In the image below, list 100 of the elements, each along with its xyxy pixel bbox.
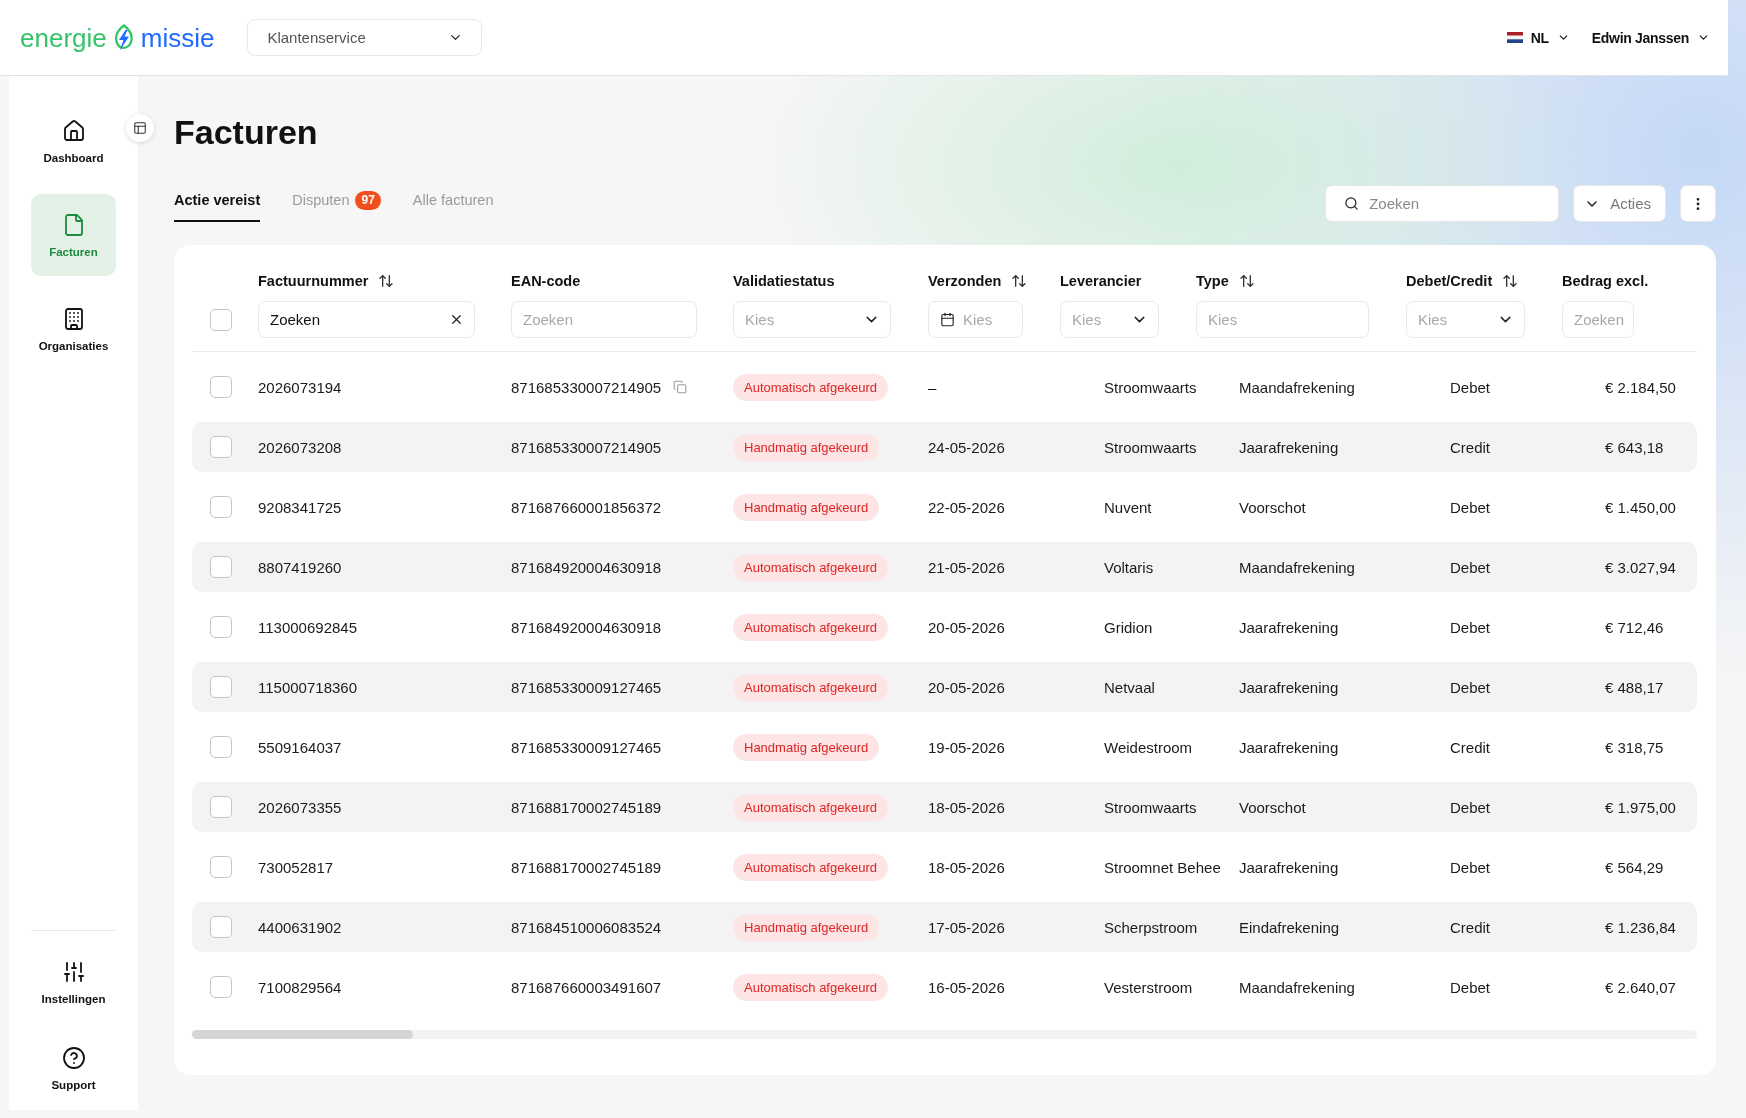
ean-code: 871684920004630918 (511, 558, 662, 576)
sent-date: 22-05-2026 (928, 498, 1006, 516)
panel-layout-icon (133, 121, 147, 135)
sent-date: 24-05-2026 (928, 438, 1006, 456)
user-menu[interactable]: Edwin Janssen (1591, 29, 1710, 46)
column-header: Validatiestatus (733, 273, 835, 289)
status-badge: Handmatig afgekeurd (733, 733, 880, 761)
ean-code: 871688170002745189 (511, 858, 662, 876)
scrollbar-track[interactable] (192, 1030, 1697, 1039)
supplier-name: Netvaal (1104, 678, 1156, 696)
checkbox[interactable] (210, 856, 232, 878)
sort-icon[interactable] (1238, 273, 1255, 289)
invoice-type: Voorschot (1239, 798, 1307, 816)
column-header[interactable]: Factuurnummer (258, 273, 369, 289)
invoice-type: Eindafrekening (1239, 918, 1341, 936)
sent-date: 17-05-2026 (928, 918, 1006, 936)
nav-item[interactable]: Dashboard (31, 100, 116, 182)
sort-icon[interactable] (1011, 273, 1028, 289)
sent-date: 20-05-2026 (928, 618, 1006, 636)
invoice-type: Jaarafrekening (1239, 678, 1340, 696)
invoice-type: Voorschot (1239, 498, 1307, 516)
amount: € 643,18 (1605, 438, 1665, 456)
logo-text: missie (140, 24, 215, 51)
debit-credit: Credit (1450, 438, 1491, 456)
sort-icon[interactable] (378, 273, 395, 289)
invoice-number: 2026073355 (258, 798, 343, 816)
debit-credit: Debet (1450, 798, 1492, 816)
invoice-number: 2026073208 (258, 438, 343, 456)
nav-item[interactable]: Organisaties (31, 288, 116, 370)
sent-date: 16-05-2026 (928, 978, 1006, 996)
ean-code: 871684920004630918 (511, 618, 662, 636)
clear-icon[interactable] (449, 312, 464, 327)
supplier-name: Scherpstroom (1104, 918, 1199, 936)
checkbox[interactable] (210, 916, 232, 938)
amount: € 488,17 (1605, 678, 1665, 696)
sidebar-toggle-button[interactable] (126, 114, 154, 142)
ean-code: 871685330009127465 (511, 678, 662, 696)
nav-item[interactable]: Instellingen (31, 942, 116, 1022)
invoice-number: 5509164037 (258, 738, 343, 756)
status-badge: Automatisch afgekeurd (733, 853, 888, 881)
column-header[interactable]: Verzonden (928, 273, 1002, 289)
sliders-icon (61, 959, 86, 984)
ean-code: 871685330007214905 (511, 438, 662, 456)
supplier-name: Vesterstroom (1104, 978, 1194, 996)
checkbox[interactable] (210, 376, 232, 398)
actions-button[interactable]: Acties (1573, 185, 1666, 222)
invoice-number: 2026073194 (258, 378, 343, 396)
checkbox[interactable] (210, 309, 232, 331)
supplier-name: Stroomwaarts (1104, 438, 1198, 456)
supplier-name: Voltaris (1104, 558, 1155, 576)
calendar-icon (940, 312, 955, 327)
column-header[interactable]: Debet/Credit (1406, 273, 1493, 289)
filter-field[interactable]: Zoeken (258, 301, 475, 338)
debit-credit: Debet (1450, 678, 1492, 696)
sent-date: 19-05-2026 (928, 738, 1006, 756)
scrollbar-thumb[interactable] (192, 1030, 413, 1039)
status-badge: Automatisch afgekeurd (733, 793, 888, 821)
amount: € 2.184,50 (1605, 378, 1677, 396)
checkbox[interactable] (210, 436, 232, 458)
invoice-number: 4400631902 (258, 918, 343, 936)
sent-date: 20-05-2026 (928, 678, 1006, 696)
supplier-name: Stroomwaarts (1104, 378, 1198, 396)
checkbox[interactable] (210, 616, 232, 638)
sort-icon[interactable] (1502, 273, 1519, 289)
amount: € 1.236,84 (1605, 918, 1677, 936)
amount: € 564,29 (1605, 858, 1665, 876)
status-badge: Automatisch afgekeurd (733, 373, 888, 401)
language-select[interactable]: NL (1506, 29, 1570, 46)
checkbox[interactable] (210, 796, 232, 818)
debit-credit: Credit (1450, 738, 1491, 756)
invoice-type: Jaarafrekening (1239, 738, 1340, 756)
ean-code: 871687660001856372 (511, 498, 662, 516)
column-header: Leverancier (1060, 273, 1142, 289)
nav-item[interactable]: Support (31, 1028, 116, 1108)
column-header[interactable]: Type (1196, 273, 1229, 289)
more-button[interactable] (1680, 185, 1716, 222)
nav-item[interactable]: Facturen (31, 194, 116, 276)
invoice-number: 115000718360 (258, 678, 358, 696)
checkbox[interactable] (210, 496, 232, 518)
tab[interactable]: Disputen 97 (292, 190, 381, 222)
status-badge: Handmatig afgekeurd (733, 493, 880, 521)
amount: € 1.975,00 (1605, 798, 1677, 816)
ean-code: 871685330009127465 (511, 738, 662, 756)
checkbox[interactable] (210, 976, 232, 998)
invoice-number: 9208341725 (258, 498, 343, 516)
status-badge: Automatisch afgekeurd (733, 553, 888, 581)
invoice-type: Maandafrekening (1239, 558, 1356, 576)
status-badge: Automatisch afgekeurd (733, 673, 888, 701)
copy-icon[interactable] (673, 380, 688, 394)
tab[interactable]: Actie vereist (174, 190, 261, 222)
checkbox[interactable] (210, 676, 232, 698)
column-header: Bedrag excl. (1562, 273, 1649, 289)
ean-code: 871687660003491607 (511, 978, 662, 996)
context-select[interactable]: Klantenservice (247, 19, 483, 56)
invoice-number: 113000692845 (258, 618, 358, 636)
checkbox[interactable] (210, 736, 232, 758)
search-field[interactable]: Zoeken (1325, 185, 1560, 222)
invoice-type: Maandafrekening (1239, 978, 1356, 996)
checkbox[interactable] (210, 556, 232, 578)
page-title: Facturen (174, 112, 318, 153)
